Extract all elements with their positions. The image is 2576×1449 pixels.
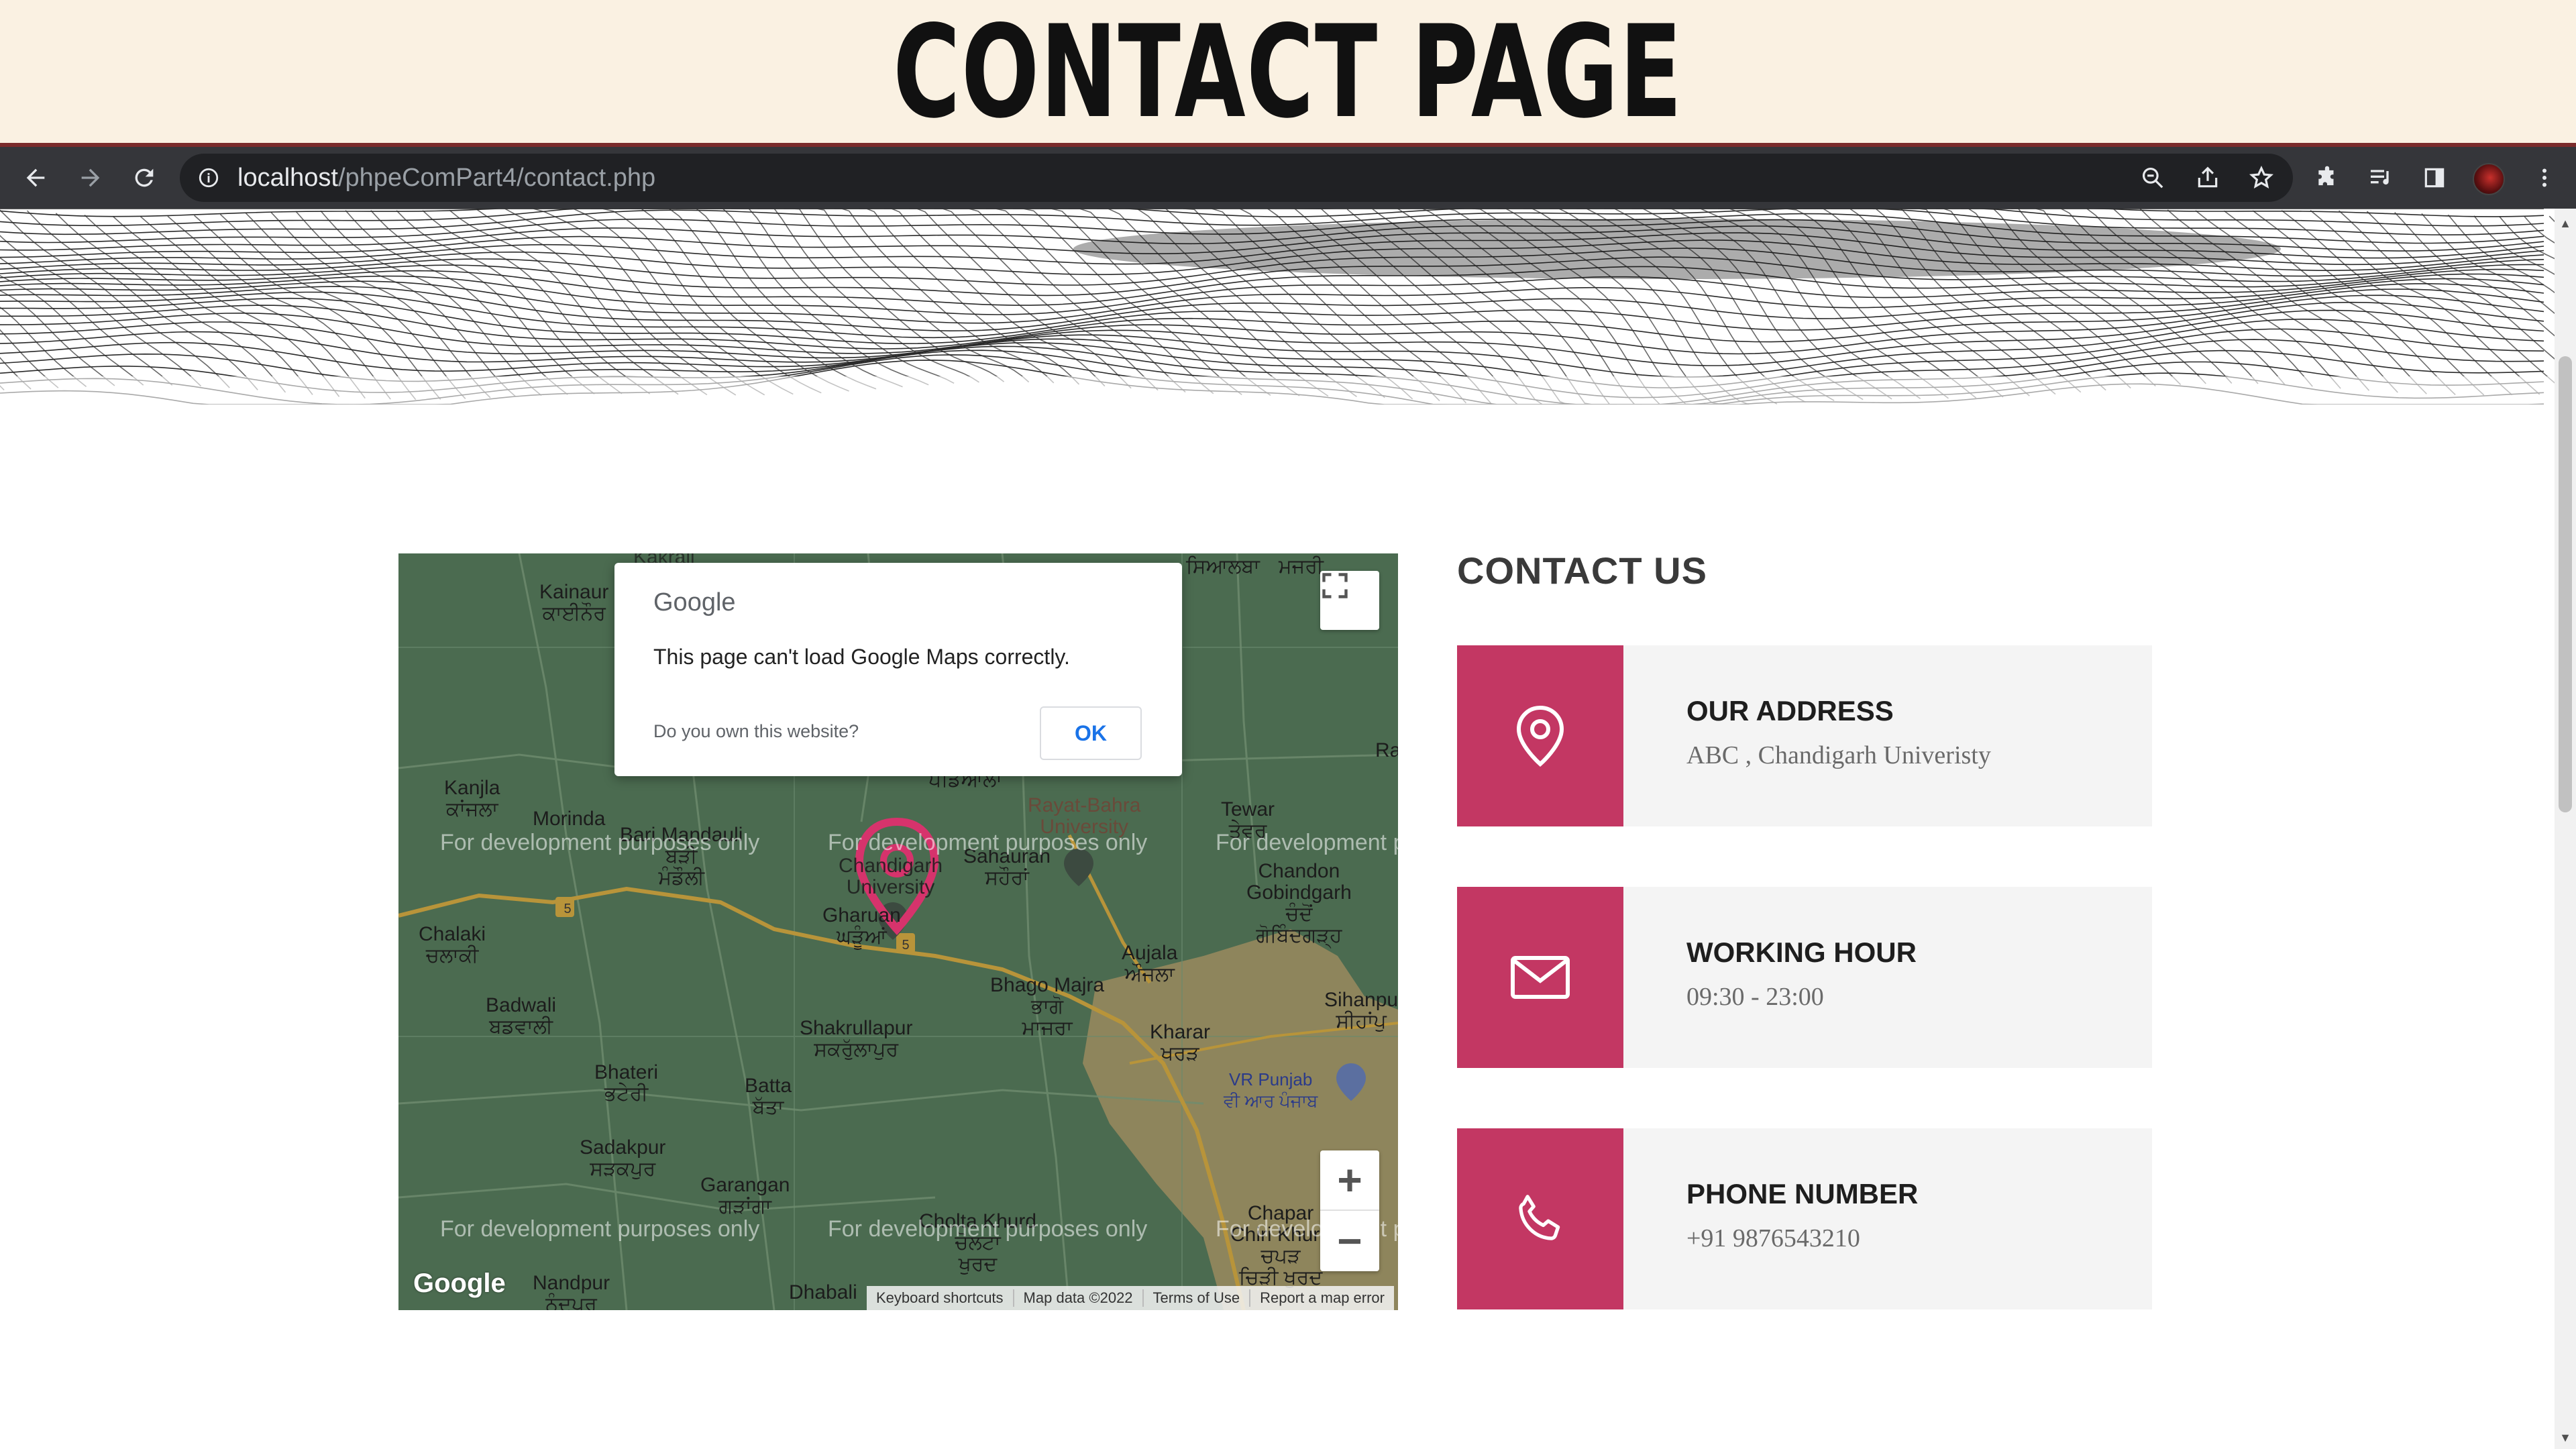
map-label-dhabali: Dhabali bbox=[789, 1281, 857, 1303]
map-label-chandigarh-university: Chandigarh University bbox=[839, 855, 943, 898]
fullscreen-icon bbox=[1322, 573, 1348, 598]
map-label-kharar: Kharar ਖਰੜ bbox=[1150, 1021, 1211, 1065]
dev-watermark: For development purposes only bbox=[440, 830, 760, 855]
zoom-controls: + − bbox=[1320, 1150, 1379, 1271]
reload-icon[interactable] bbox=[121, 147, 168, 209]
address-bar[interactable]: localhost/phpeComPart4/contact.php bbox=[180, 154, 2293, 202]
dialog-google-logo: Google bbox=[653, 588, 736, 616]
map-label-kainaur: Kainaur ਕਾਈਨੌਰ bbox=[539, 581, 609, 625]
map-label-majri: ਮਜਰੀ bbox=[1279, 555, 1324, 578]
working-hour-value: 09:30 - 23:00 bbox=[1686, 983, 1824, 1011]
hero-mesh-banner bbox=[0, 209, 2555, 405]
scroll-up-arrow-icon[interactable]: ▲ bbox=[2555, 215, 2576, 231]
road-number-5b: 5 bbox=[902, 938, 910, 953]
page-heading: CONTACT PAGE bbox=[893, 0, 1683, 146]
contact-card-working-hour: WORKING HOUR 09:30 - 23:00 bbox=[1457, 887, 2152, 1068]
page-scrollbar[interactable]: ▲ ▼ bbox=[2555, 209, 2576, 1449]
zoom-in-button[interactable]: + bbox=[1320, 1150, 1379, 1211]
map-label-gharuan: Gharuan ਘੜੂੰਆਂ bbox=[822, 904, 901, 948]
contact-us-heading: CONTACT US bbox=[1457, 549, 1707, 592]
dev-watermark: For development purposes only bbox=[440, 1216, 760, 1242]
card-icon-box bbox=[1457, 887, 1623, 1068]
map-label-garangan: Garangan ਗੜਾਂਗਾ bbox=[700, 1174, 790, 1218]
card-icon-box bbox=[1457, 645, 1623, 826]
url-host: localhost bbox=[237, 164, 338, 192]
map-label-kanjla: Kanjla ਕਾਂਜਲਾ bbox=[444, 777, 500, 820]
phone-value: +91 9876543210 bbox=[1686, 1224, 1860, 1252]
map-label-nandpur: Nandpur ਨੰਦਪੁਰ bbox=[533, 1272, 610, 1311]
scrollbar-thumb[interactable] bbox=[2559, 356, 2572, 812]
map-label-chalaki: Chalaki ਚਲਾਕੀ bbox=[419, 923, 486, 967]
info-icon[interactable] bbox=[197, 154, 220, 202]
dialog-own-website-link[interactable]: Do you own this website? bbox=[653, 721, 859, 742]
title-banner: CONTACT PAGE bbox=[0, 0, 2576, 147]
media-queue-icon[interactable] bbox=[2357, 147, 2404, 209]
map-label-bhateri: Bhateri ਭਟੇਰੀ bbox=[594, 1061, 659, 1105]
terms-of-use-link[interactable]: Terms of Use bbox=[1144, 1289, 1251, 1307]
card-heading: PHONE NUMBER bbox=[1686, 1178, 1919, 1210]
map-label-chandon-gobindgarh: Chandon Gobindgarh ਚੰਦੋਂ ਗੋਬਿੰਦਗੜ੍ਹ bbox=[1246, 860, 1352, 947]
map-label-vr-punjab: VR Punjab ਵੀ ਆਰ ਪੰਜਾਬ bbox=[1224, 1069, 1318, 1111]
scroll-down-arrow-icon[interactable]: ▼ bbox=[2555, 1430, 2576, 1446]
maps-error-dialog: Google This page can't load Google Maps … bbox=[614, 563, 1182, 776]
card-heading: WORKING HOUR bbox=[1686, 936, 1917, 968]
side-panel-icon[interactable] bbox=[2411, 147, 2458, 209]
back-icon[interactable] bbox=[12, 147, 59, 209]
keyboard-shortcuts-link[interactable]: Keyboard shortcuts bbox=[867, 1289, 1014, 1307]
dev-watermark: For development purposes only bbox=[828, 830, 1148, 855]
address-value: ABC , Chandigarh Univeristy bbox=[1686, 741, 1991, 769]
map-data-text: Map data ©2022 bbox=[1014, 1289, 1144, 1307]
google-logo[interactable]: Google bbox=[413, 1269, 506, 1299]
google-map[interactable]: Kainaur ਕਾਈਨੌਰ Kakrali Kanjla ਕਾਂਜਲਾ Mor… bbox=[398, 553, 1398, 1310]
profile-avatar[interactable] bbox=[2473, 163, 2505, 195]
map-label-bhago-majra: Bhago Majra ਭਾਗੋ ਮਾਜਰਾ bbox=[990, 974, 1105, 1039]
map-attribution-bar: Keyboard shortcuts Map data ©2022 Terms … bbox=[867, 1286, 1394, 1310]
dev-watermark: For development purposes only bbox=[828, 1216, 1148, 1242]
zoom-out-icon[interactable] bbox=[2129, 147, 2176, 209]
url-text[interactable]: localhost/phpeComPart4/contact.php bbox=[237, 154, 655, 202]
share-icon[interactable] bbox=[2184, 147, 2231, 209]
zoom-out-button[interactable]: − bbox=[1320, 1211, 1379, 1271]
extensions-icon[interactable] bbox=[2304, 147, 2351, 209]
map-label-badwali: Badwali ਬਡਵਾਲੀ bbox=[486, 994, 557, 1038]
map-label-shakrullapur: Shakrullapur ਸਕਰੁੱਲਾਪੁਰ bbox=[800, 1017, 913, 1061]
map-label-sihanpur: Sihanpu ਸੀਹਾਂਪੁ bbox=[1324, 989, 1398, 1032]
card-icon-box bbox=[1457, 1128, 1623, 1309]
contact-card-phone: PHONE NUMBER +91 9876543210 bbox=[1457, 1128, 2152, 1309]
forward-icon[interactable] bbox=[67, 147, 114, 209]
fullscreen-button[interactable] bbox=[1320, 571, 1379, 630]
url-path: /phpeComPart4/contact.php bbox=[337, 164, 656, 192]
map-label-batta: Batta ਬੱਤਾ bbox=[745, 1075, 792, 1118]
browser-toolbar: localhost/phpeComPart4/contact.php bbox=[0, 147, 2576, 209]
map-label-aujala: Aujala ਔਜਲਾ bbox=[1122, 942, 1178, 985]
phone-icon bbox=[1519, 1195, 1560, 1240]
envelope-icon bbox=[1511, 956, 1570, 999]
wireframe-mesh-image bbox=[0, 209, 2555, 405]
dialog-ok-button[interactable]: OK bbox=[1040, 706, 1142, 760]
dialog-message: This page can't load Google Maps correct… bbox=[653, 645, 1070, 669]
card-heading: OUR ADDRESS bbox=[1686, 695, 1894, 727]
star-icon[interactable] bbox=[2238, 147, 2285, 209]
report-map-error-link[interactable]: Report a map error bbox=[1250, 1289, 1394, 1307]
road-number-5a: 5 bbox=[564, 902, 572, 916]
map-label-siarba: ਸਿਆਲਬਾ bbox=[1186, 555, 1260, 578]
map-label-morinda: Morinda bbox=[533, 808, 606, 830]
dev-watermark: For development purposes only bbox=[1216, 830, 1398, 855]
map-label-sadakpur: Sadakpur ਸੜਕਪੁਰ bbox=[580, 1136, 666, 1180]
map-label-ra: Ra bbox=[1375, 739, 1398, 761]
contact-card-address: OUR ADDRESS ABC , Chandigarh Univeristy bbox=[1457, 645, 2152, 826]
menu-icon[interactable] bbox=[2521, 147, 2568, 209]
location-pin-icon bbox=[1516, 705, 1564, 767]
